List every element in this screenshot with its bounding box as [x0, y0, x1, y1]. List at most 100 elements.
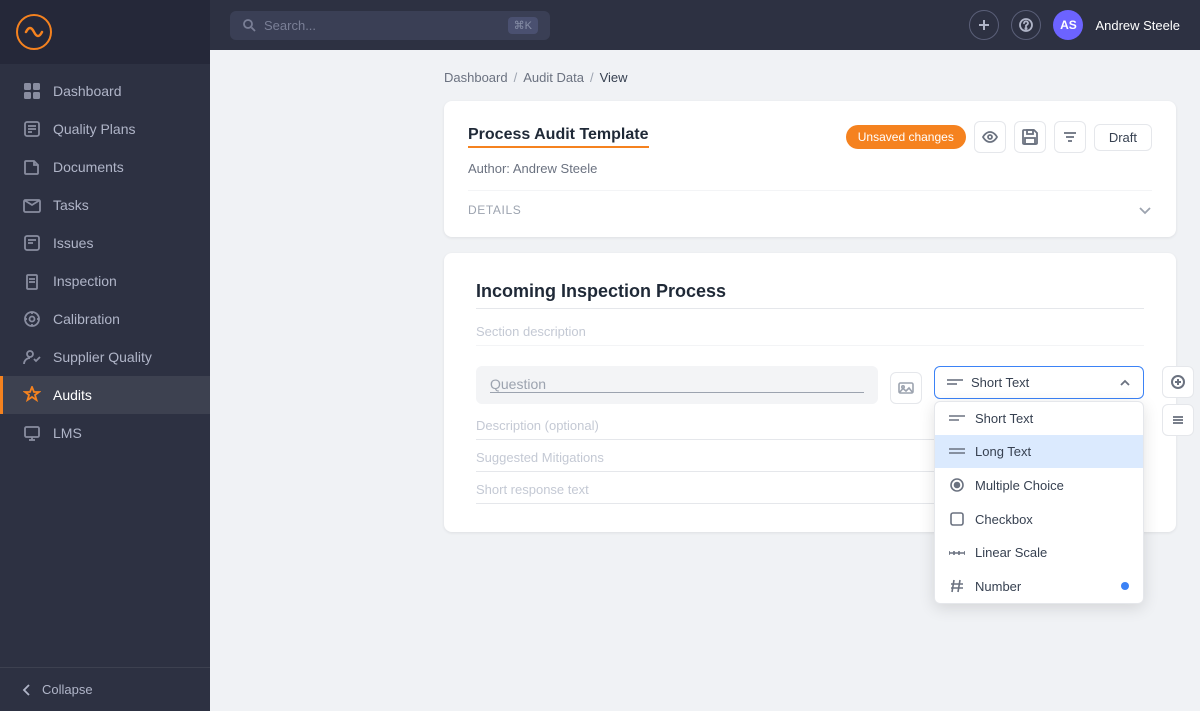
breadcrumb-current: View [600, 70, 628, 85]
dropdown-item-checkbox[interactable]: Checkbox [935, 502, 1143, 536]
sidebar-item-lms[interactable]: LMS [0, 414, 210, 452]
details-row[interactable]: DETAILS [468, 190, 1152, 217]
sidebar-label-documents: Documents [53, 159, 124, 175]
sidebar-label-calibration: Calibration [53, 311, 120, 327]
breadcrumb-sep-1: / [514, 70, 518, 85]
image-button[interactable] [890, 372, 922, 404]
save-icon [1022, 129, 1038, 145]
question-input[interactable] [490, 376, 864, 393]
sidebar-label-lms: LMS [53, 425, 82, 441]
help-icon [1019, 18, 1033, 32]
sidebar-logo [0, 0, 210, 64]
sidebar-item-issues[interactable]: Issues [0, 224, 210, 262]
search-box[interactable]: ⌘K [230, 11, 550, 40]
long-text-option-icon [949, 447, 965, 457]
number-icon [949, 578, 965, 594]
add-button[interactable] [969, 10, 999, 40]
short-text-option-icon [949, 414, 965, 424]
sidebar-label-supplier-quality: Supplier Quality [53, 349, 152, 365]
reorder-icon [1171, 413, 1185, 427]
sidebar-label-quality-plans: Quality Plans [53, 121, 135, 137]
short-text-icon [947, 378, 963, 388]
question-row: Short Text Short Text Long Text [476, 366, 1144, 404]
dropdown-item-checkbox-label: Checkbox [975, 512, 1033, 527]
preview-button[interactable] [974, 121, 1006, 153]
help-button[interactable] [1011, 10, 1041, 40]
sidebar-label-issues: Issues [53, 235, 93, 251]
main-content: Dashboard / Audit Data / View Process Au… [420, 50, 1200, 711]
dropdown-item-long-text[interactable]: Long Text [935, 435, 1143, 468]
dropdown-item-number-label: Number [975, 579, 1021, 594]
dropdown-item-number[interactable]: Number [935, 569, 1143, 603]
sidebar-label-dashboard: Dashboard [53, 83, 122, 99]
sidebar-item-documents[interactable]: Documents [0, 148, 210, 186]
breadcrumb-sep-2: / [590, 70, 594, 85]
chevron-up-icon [1119, 377, 1131, 389]
draft-button[interactable]: Draft [1094, 124, 1152, 151]
side-actions [1162, 366, 1194, 436]
search-input[interactable] [264, 18, 500, 33]
sidebar-item-tasks[interactable]: Tasks [0, 186, 210, 224]
sidebar-item-inspection[interactable]: Inspection [0, 262, 210, 300]
template-card: Process Audit Template Unsaved changes D… [444, 101, 1176, 237]
sidebar: Dashboard Quality Plans Documents Tasks … [0, 0, 210, 711]
sidebar-item-audits[interactable]: Audits [0, 376, 210, 414]
dropdown-trigger[interactable]: Short Text [934, 366, 1144, 399]
sidebar-label-tasks: Tasks [53, 197, 89, 213]
add-section-button[interactable] [1162, 366, 1194, 398]
sidebar-nav: Dashboard Quality Plans Documents Tasks … [0, 64, 210, 667]
dropdown-wrap: Short Text Short Text Long Text [934, 366, 1144, 399]
dropdown-selected: Short Text [971, 375, 1029, 390]
dropdown-item-linear-label: Linear Scale [975, 545, 1047, 560]
dropdown-dot [1121, 582, 1129, 590]
collapse-label: Collapse [42, 682, 93, 697]
reorder-button[interactable] [1162, 404, 1194, 436]
sidebar-item-supplier-quality[interactable]: Supplier Quality [0, 338, 210, 376]
dropdown-item-long-text-label: Long Text [975, 444, 1031, 459]
multiple-choice-icon [949, 477, 965, 493]
checkbox-icon [949, 511, 965, 527]
plus-icon [977, 18, 991, 32]
breadcrumb: Dashboard / Audit Data / View [444, 70, 1176, 85]
topbar: ⌘K AS Andrew Steele [210, 0, 1200, 50]
question-block: Short Text Short Text Long Text [476, 366, 1144, 504]
sidebar-label-inspection: Inspection [53, 273, 117, 289]
section-desc-input[interactable] [476, 324, 1144, 346]
filter-button[interactable] [1054, 121, 1086, 153]
filter-icon [1062, 129, 1078, 145]
section-card: Short Text Short Text Long Text [444, 253, 1176, 532]
sidebar-label-audits: Audits [53, 387, 92, 403]
topbar-actions: AS Andrew Steele [969, 10, 1180, 40]
dropdown-item-short-text-label: Short Text [975, 411, 1033, 426]
breadcrumb-audit-data[interactable]: Audit Data [523, 70, 584, 85]
sidebar-item-dashboard[interactable]: Dashboard [0, 72, 210, 110]
dropdown-item-linear-scale[interactable]: Linear Scale [935, 536, 1143, 569]
linear-scale-icon [949, 548, 965, 558]
dropdown-menu: Short Text Long Text Multiple Choice [934, 401, 1144, 604]
template-header: Process Audit Template Unsaved changes D… [468, 121, 1152, 153]
template-title-wrap: Process Audit Template [468, 126, 649, 148]
plus-circle-icon [1171, 375, 1185, 389]
avatar: AS [1053, 10, 1083, 40]
eye-icon [982, 129, 998, 145]
section-title-input[interactable] [476, 281, 1144, 309]
dropdown-item-mc-label: Multiple Choice [975, 478, 1064, 493]
template-author: Author: Andrew Steele [468, 161, 1152, 176]
template-title: Process Audit Template [468, 126, 649, 148]
chevron-down-icon [1138, 203, 1152, 217]
sidebar-collapse[interactable]: Collapse [0, 667, 210, 711]
question-input-wrap [476, 366, 878, 404]
dropdown-item-multiple-choice[interactable]: Multiple Choice [935, 468, 1143, 502]
breadcrumb-dashboard[interactable]: Dashboard [444, 70, 508, 85]
image-icon [898, 380, 914, 396]
search-icon [242, 18, 256, 32]
details-label: DETAILS [468, 203, 521, 217]
save-button[interactable] [1014, 121, 1046, 153]
user-name: Andrew Steele [1095, 18, 1180, 33]
template-actions: Unsaved changes Draft [846, 121, 1152, 153]
unsaved-badge: Unsaved changes [846, 125, 966, 149]
kbd-hint: ⌘K [508, 17, 538, 34]
sidebar-item-calibration[interactable]: Calibration [0, 300, 210, 338]
dropdown-item-short-text[interactable]: Short Text [935, 402, 1143, 435]
sidebar-item-quality-plans[interactable]: Quality Plans [0, 110, 210, 148]
